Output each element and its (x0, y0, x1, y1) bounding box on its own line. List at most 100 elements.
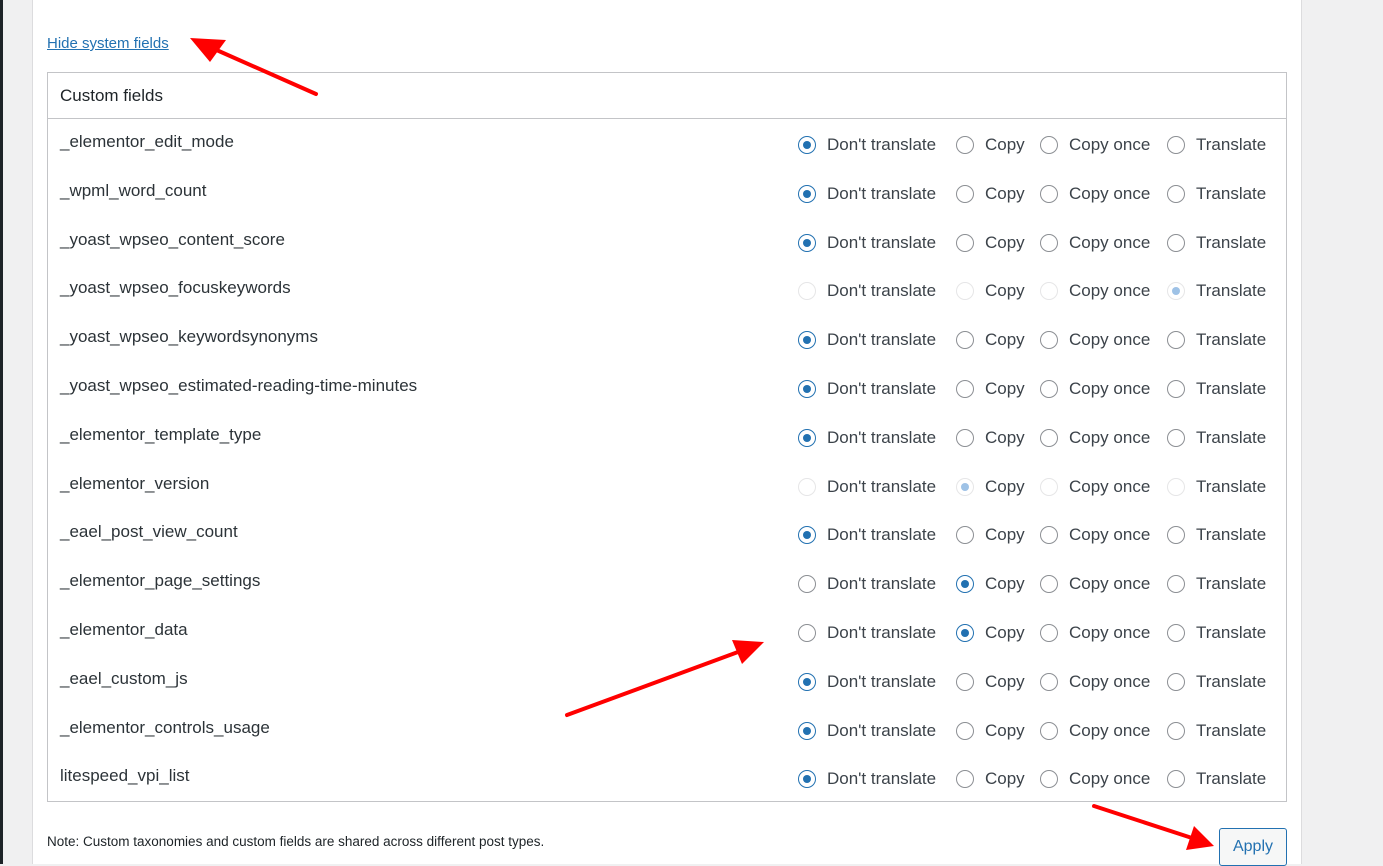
option-dont-translate[interactable]: Don't translate (798, 574, 936, 594)
radio-dont-translate[interactable] (798, 623, 816, 642)
option-dont-translate[interactable]: Don't translate (798, 233, 936, 253)
option-copy[interactable]: Copy (956, 672, 1025, 692)
option-translate[interactable]: Translate (1167, 135, 1266, 155)
option-copy-once[interactable]: Copy once (1040, 574, 1150, 594)
option-translate[interactable]: Translate (1167, 233, 1266, 253)
radio-translate[interactable] (1167, 379, 1185, 398)
radio-translate[interactable] (1167, 526, 1185, 545)
option-copy-once[interactable]: Copy once (1040, 672, 1150, 692)
radio-dont-translate[interactable] (798, 379, 816, 398)
radio-translate[interactable] (1167, 623, 1185, 642)
option-translate[interactable]: Translate (1167, 769, 1266, 789)
radio-copy[interactable] (956, 623, 974, 642)
radio-translate[interactable] (1167, 184, 1185, 203)
option-dont-translate[interactable]: Don't translate (798, 330, 936, 350)
option-translate[interactable]: Translate (1167, 330, 1266, 350)
option-copy-once[interactable]: Copy once (1040, 428, 1150, 448)
radio-translate[interactable] (1167, 575, 1185, 594)
option-dont-translate[interactable]: Don't translate (798, 623, 936, 643)
radio-dont-translate[interactable] (798, 184, 816, 203)
radio-copy-once[interactable] (1040, 672, 1058, 691)
radio-copy-once[interactable] (1040, 526, 1058, 545)
radio-dont-translate[interactable] (798, 428, 816, 447)
option-copy-once[interactable]: Copy once (1040, 623, 1150, 643)
option-copy-once[interactable]: Copy once (1040, 379, 1150, 399)
option-dont-translate[interactable]: Don't translate (798, 184, 936, 204)
field-name: _elementor_template_type (60, 424, 262, 444)
radio-copy[interactable] (956, 331, 974, 350)
option-translate[interactable]: Translate (1167, 428, 1266, 448)
option-dont-translate[interactable]: Don't translate (798, 672, 936, 692)
radio-dont-translate[interactable] (798, 575, 816, 594)
option-copy[interactable]: Copy (956, 769, 1025, 789)
option-dont-translate[interactable]: Don't translate (798, 379, 936, 399)
radio-translate[interactable] (1167, 672, 1185, 691)
radio-copy-once[interactable] (1040, 379, 1058, 398)
option-copy[interactable]: Copy (956, 184, 1025, 204)
radio-copy[interactable] (956, 672, 974, 691)
option-copy-once[interactable]: Copy once (1040, 525, 1150, 545)
option-dont-translate[interactable]: Don't translate (798, 769, 936, 789)
option-translate[interactable]: Translate (1167, 672, 1266, 692)
radio-copy[interactable] (956, 379, 974, 398)
radio-copy[interactable] (956, 136, 974, 154)
radio-dont-translate[interactable] (798, 770, 816, 789)
radio-copy-once[interactable] (1040, 331, 1058, 350)
option-copy-once[interactable]: Copy once (1040, 769, 1150, 789)
option-translate[interactable]: Translate (1167, 574, 1266, 594)
radio-copy[interactable] (956, 575, 974, 594)
option-translate[interactable]: Translate (1167, 184, 1266, 204)
option-label: Translate (1196, 671, 1267, 691)
hide-system-fields-link[interactable]: Hide system fields (47, 35, 169, 52)
radio-dont-translate[interactable] (798, 136, 816, 154)
radio-copy[interactable] (956, 770, 974, 789)
radio-translate[interactable] (1167, 233, 1185, 252)
option-translate[interactable]: Translate (1167, 525, 1266, 545)
radio-dont-translate[interactable] (798, 672, 816, 691)
radio-translate[interactable] (1167, 428, 1185, 447)
option-copy[interactable]: Copy (956, 721, 1025, 741)
option-dont-translate[interactable]: Don't translate (798, 135, 936, 155)
apply-button[interactable]: Apply (1219, 828, 1287, 866)
radio-copy-once[interactable] (1040, 770, 1058, 789)
radio-copy[interactable] (956, 184, 974, 203)
radio-dont-translate[interactable] (798, 331, 816, 350)
option-translate[interactable]: Translate (1167, 379, 1266, 399)
option-copy[interactable]: Copy (956, 135, 1025, 155)
option-copy[interactable]: Copy (956, 330, 1025, 350)
radio-copy-once[interactable] (1040, 184, 1058, 203)
radio-translate[interactable] (1167, 770, 1185, 789)
radio-translate[interactable] (1167, 136, 1185, 154)
radio-dont-translate[interactable] (798, 721, 816, 740)
option-copy[interactable]: Copy (956, 525, 1025, 545)
option-dont-translate[interactable]: Don't translate (798, 721, 936, 741)
radio-translate[interactable] (1167, 331, 1185, 350)
radio-copy-once[interactable] (1040, 428, 1058, 447)
radio-dont-translate[interactable] (798, 233, 816, 252)
radio-translate[interactable] (1167, 721, 1185, 740)
radio-copy-once[interactable] (1040, 136, 1058, 154)
radio-copy[interactable] (956, 721, 974, 740)
option-dont-translate[interactable]: Don't translate (798, 428, 936, 448)
option-copy[interactable]: Copy (956, 233, 1025, 253)
radio-copy-once[interactable] (1040, 623, 1058, 642)
radio-copy[interactable] (956, 526, 974, 545)
option-copy-once[interactable]: Copy once (1040, 721, 1150, 741)
option-copy-once[interactable]: Copy once (1040, 184, 1150, 204)
option-copy[interactable]: Copy (956, 428, 1025, 448)
option-copy[interactable]: Copy (956, 574, 1025, 594)
radio-copy[interactable] (956, 428, 974, 447)
option-translate[interactable]: Translate (1167, 721, 1266, 741)
option-translate[interactable]: Translate (1167, 623, 1266, 643)
radio-copy-once[interactable] (1040, 575, 1058, 594)
radio-copy-once[interactable] (1040, 721, 1058, 740)
option-copy-once[interactable]: Copy once (1040, 135, 1150, 155)
option-copy[interactable]: Copy (956, 379, 1025, 399)
option-copy[interactable]: Copy (956, 623, 1025, 643)
option-copy-once[interactable]: Copy once (1040, 233, 1150, 253)
radio-copy-once[interactable] (1040, 233, 1058, 252)
radio-copy[interactable] (956, 233, 974, 252)
radio-dont-translate[interactable] (798, 526, 816, 545)
option-dont-translate[interactable]: Don't translate (798, 525, 936, 545)
option-copy-once[interactable]: Copy once (1040, 330, 1150, 350)
